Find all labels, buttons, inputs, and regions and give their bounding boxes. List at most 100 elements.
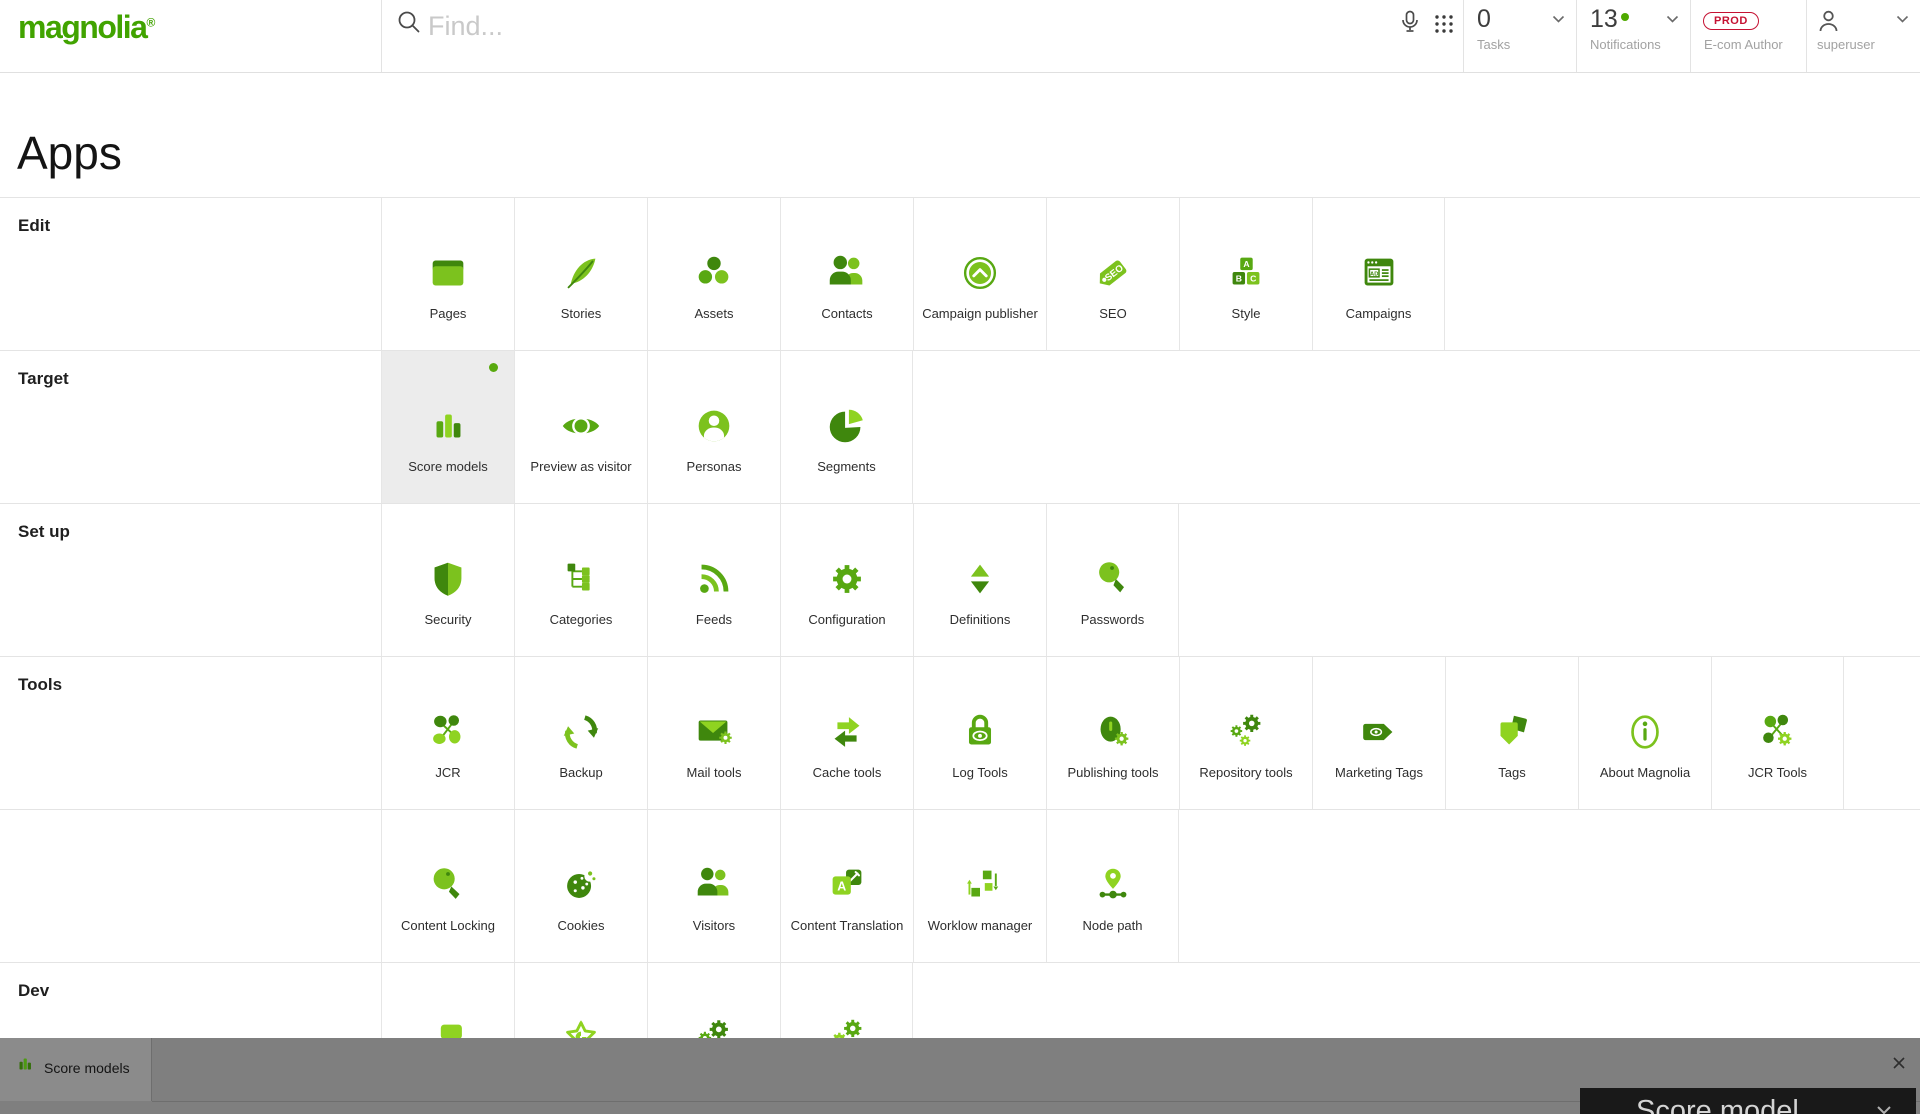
notifications-dropdown[interactable]: 13 Notifications <box>1576 0 1690 72</box>
app-tile-tags[interactable]: Tags <box>1445 657 1578 810</box>
app-tile-score-models[interactable]: Score models <box>381 351 514 504</box>
app-tile-content-locking[interactable]: Content Locking <box>381 810 514 963</box>
app-tile-label: Preview as visitor <box>530 459 632 474</box>
search-input[interactable] <box>426 6 1330 46</box>
app-tile-label: SEO <box>1099 306 1127 321</box>
open-app-tab-score-models[interactable]: Score models <box>0 1038 152 1101</box>
app-tile-jcr-tools[interactable]: JCR Tools <box>1711 657 1844 810</box>
page-title: Apps <box>17 127 122 179</box>
assets-icon <box>648 249 780 297</box>
app-tile-label: Campaigns <box>1345 306 1412 321</box>
app-tile-label: Publishing tools <box>1067 765 1159 780</box>
log-tools-icon <box>914 708 1046 756</box>
app-tile-label: Security <box>424 612 472 627</box>
app-tile-personas[interactable]: Personas <box>647 351 780 504</box>
app-tile-label: Log Tools <box>952 765 1008 780</box>
app-tile-campaigns[interactable]: AD Campaigns <box>1312 198 1445 351</box>
app-tile-label: Contacts <box>821 306 873 321</box>
section-row-set-up-1: Set up Security Categories Feeds Configurati… <box>0 503 1920 657</box>
pages-icon <box>382 249 514 297</box>
notifications-label: Notifications <box>1590 37 1661 52</box>
app-tile-label: Score models <box>408 459 488 474</box>
personas-icon <box>648 402 780 450</box>
notification-unread-dot <box>1621 13 1629 21</box>
app-tile-cookies[interactable]: Cookies <box>514 810 647 963</box>
app-tile-about-magnolia[interactable]: About Magnolia <box>1578 657 1711 810</box>
about-magnolia-icon <box>1579 708 1711 756</box>
app-tile-marketing-tags[interactable]: Marketing Tags <box>1312 657 1445 810</box>
tags-icon <box>1446 708 1578 756</box>
app-tile-campaign-publisher[interactable]: Campaign publisher <box>913 198 1046 351</box>
app-tile-pages[interactable]: Pages <box>381 198 514 351</box>
app-tile-visitors[interactable]: Visitors <box>647 810 780 963</box>
cache-tools-icon <box>781 708 913 756</box>
app-tile-passwords[interactable]: Passwords <box>1046 504 1179 657</box>
section-label-dev: Dev <box>18 981 50 1000</box>
app-tile-label: Passwords <box>1080 612 1145 627</box>
section-label-tools: Tools <box>18 675 63 694</box>
app-tile-label: Pages <box>429 306 467 321</box>
score-model-dialog-peek: Score model <box>1580 1088 1916 1114</box>
prod-badge: PROD <box>1703 12 1759 30</box>
section-row-tools-2: Content Locking Cookies Visitors A Content T… <box>0 809 1920 963</box>
app-tile-preview-as-visitor[interactable]: Preview as visitor <box>514 351 647 504</box>
app-tile-node-path[interactable]: Node path <box>1046 810 1179 963</box>
app-tile-log-tools[interactable]: Log Tools <box>913 657 1046 810</box>
app-tile-definitions[interactable]: Definitions <box>913 504 1046 657</box>
app-tile-label: Backup <box>559 765 603 780</box>
section-row-tools-1: Tools JCR Backup Mail tools Cache tools Log T… <box>0 656 1920 810</box>
app-tile-label: Assets <box>694 306 734 321</box>
score-models-icon <box>382 402 514 450</box>
campaigns-icon: AD <box>1313 249 1444 297</box>
campaign-publisher-icon <box>914 249 1046 297</box>
preview-as-visitor-icon <box>515 402 647 450</box>
chevron-down-icon <box>1552 15 1565 24</box>
microphone-icon[interactable] <box>1398 10 1422 34</box>
svg-text:AD: AD <box>1370 271 1378 277</box>
active-indicator-dot <box>489 363 498 372</box>
chevron-down-icon <box>1876 1105 1892 1114</box>
notifications-count: 13 <box>1590 5 1618 33</box>
app-tile-jcr[interactable]: JCR <box>381 657 514 810</box>
magnolia-logo: magnolia® <box>18 9 156 45</box>
app-tile-mail-tools[interactable]: Mail tools <box>647 657 780 810</box>
app-tile-cache-tools[interactable]: Cache tools <box>780 657 913 810</box>
app-tile-configuration[interactable]: Configuration <box>780 504 913 657</box>
app-tile-style[interactable]: A B C Style <box>1179 198 1312 351</box>
style-icon: ABC <box>1180 249 1312 297</box>
app-tile-label: Repository tools <box>1199 765 1293 780</box>
app-tile-label: Content Locking <box>401 918 495 933</box>
section-row-edit-1: Edit Pages Stories Assets Contacts Campaign p… <box>0 197 1920 351</box>
app-tile-segments[interactable]: Segments <box>780 351 913 504</box>
cookies-icon <box>515 861 647 909</box>
app-tile-label: Marketing Tags <box>1335 765 1423 780</box>
tasks-dropdown[interactable]: 0 Tasks <box>1463 0 1576 72</box>
feeds-icon <box>648 555 780 603</box>
app-tile-contacts[interactable]: Contacts <box>780 198 913 351</box>
app-tile-label: Cache tools <box>812 765 882 780</box>
svg-text:B: B <box>1236 274 1242 284</box>
svg-text:A: A <box>837 879 846 893</box>
app-tile-backup[interactable]: Backup <box>514 657 647 810</box>
app-tile-assets[interactable]: Assets <box>647 198 780 351</box>
app-tile-content-translation[interactable]: A Content Translation <box>780 810 913 963</box>
app-tile-seo[interactable]: SEO SEO <box>1046 198 1179 351</box>
content-translation-icon: A <box>781 861 913 909</box>
close-icon[interactable] <box>1891 1055 1909 1073</box>
app-tile-feeds[interactable]: Feeds <box>647 504 780 657</box>
visitors-icon <box>648 861 780 909</box>
app-grid-icon[interactable] <box>1433 13 1455 35</box>
passwords-icon <box>1047 555 1178 603</box>
top-bar: magnolia® 0 Tasks 13 Notifications <box>0 0 1920 73</box>
app-tile-security[interactable]: Security <box>381 504 514 657</box>
app-tile-label: Personas <box>686 459 742 474</box>
app-tile-label: Mail tools <box>686 765 742 780</box>
app-tile-worklow-manager[interactable]: Worklow manager <box>913 810 1046 963</box>
app-tile-repository-tools[interactable]: Repository tools <box>1179 657 1312 810</box>
app-tile-stories[interactable]: Stories <box>514 198 647 351</box>
app-tile-categories[interactable]: Categories <box>514 504 647 657</box>
app-tile-publishing-tools[interactable]: Publishing tools <box>1046 657 1179 810</box>
seo-icon: SEO <box>1047 249 1179 297</box>
user-menu[interactable]: superuser <box>1806 0 1920 72</box>
app-tile-label: Cookies <box>557 918 605 933</box>
